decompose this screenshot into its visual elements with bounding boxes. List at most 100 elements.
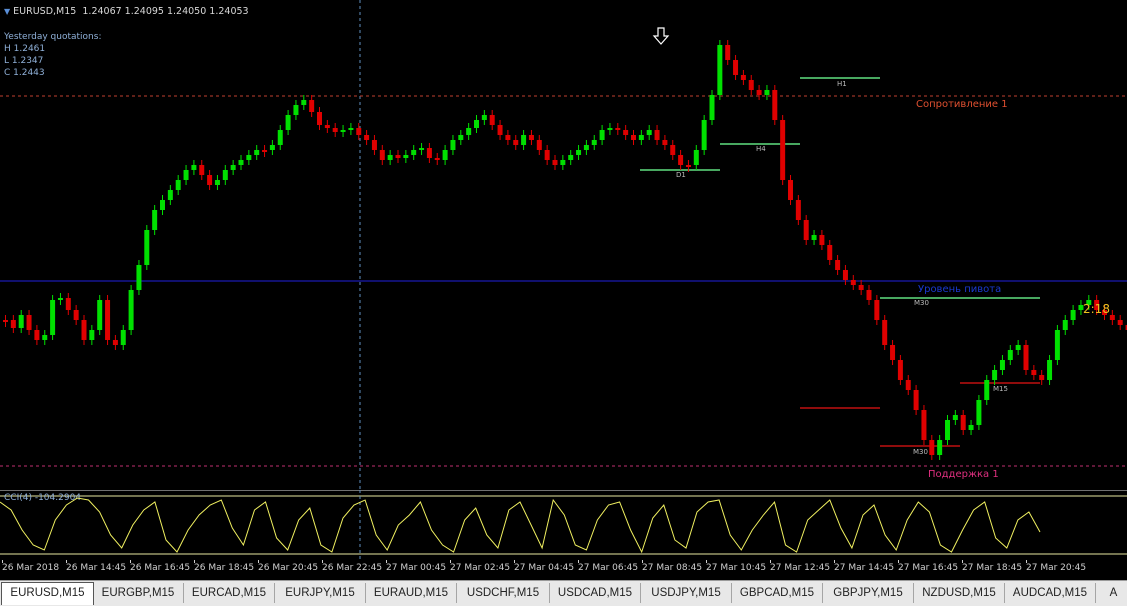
resistance-label: Сопротивление 1 [916, 99, 1008, 110]
tab-eurusd-m15[interactable]: EURUSD,M15 [1, 582, 94, 605]
candle-body [772, 90, 778, 120]
yesterday-high: H 1.2461 [4, 44, 46, 54]
candle-body [858, 285, 864, 290]
time-label: 27 Mar 12:45 [770, 563, 831, 573]
time-label: 27 Mar 14:45 [834, 563, 895, 573]
time-label: 26 Mar 16:45 [130, 563, 191, 573]
cci-indicator-panel[interactable]: CCI(4) -104.2904 [0, 490, 1127, 560]
symbol-tab-bar: EURUSD,M15 EURGBP,M15 EURCAD,M15 EURJPY,M15… [0, 580, 1127, 606]
candle-body [317, 112, 322, 125]
candle-body [1015, 345, 1021, 350]
candle-body [984, 380, 990, 400]
candle-body [34, 330, 40, 340]
yesterday-low: L 1.2347 [4, 56, 44, 66]
candle-body [97, 300, 103, 330]
candle-body [583, 145, 589, 150]
candle-body [89, 330, 95, 340]
time-label: 27 Mar 08:45 [642, 563, 703, 573]
tab-euraud-m15[interactable]: EURAUD,M15 [366, 583, 457, 603]
time-label: 26 Mar 2018 [2, 563, 60, 573]
candle-body [497, 125, 503, 135]
support-label: Поддержка 1 [928, 469, 999, 480]
candle-body [1062, 320, 1068, 330]
candle-body [536, 140, 542, 150]
time-label: 26 Mar 18:45 [194, 563, 255, 573]
candle-body [403, 155, 409, 158]
time-axis: 26 Mar 2018 26 Mar 14:45 26 Mar 16:45 26 Ma… [0, 560, 1127, 580]
candle-body [105, 300, 111, 340]
candle-body [387, 155, 393, 160]
yesterday-title: Yesterday quotations: [4, 32, 102, 42]
candle-body [73, 310, 79, 320]
candle-body [191, 165, 197, 170]
candle-body [65, 298, 71, 310]
level-m30-top-label: M30 [914, 299, 929, 307]
candle-body [207, 175, 213, 185]
candle-body [1023, 345, 1029, 370]
candle-body [591, 140, 597, 145]
candle-body [1039, 375, 1045, 380]
candle-body [285, 115, 291, 130]
candle-body [309, 100, 315, 112]
candle-body [552, 160, 558, 165]
candle-body [866, 290, 872, 300]
time-label: 26 Mar 14:45 [66, 563, 127, 573]
candle-body [10, 320, 16, 328]
candle-body [364, 135, 370, 140]
pivot-label: Уровень пивота [918, 284, 1001, 295]
candle-body [1047, 360, 1053, 380]
level-m30-bottom-label: M30 [913, 448, 928, 456]
candle-body [905, 380, 911, 390]
dropdown-triangle-icon[interactable]: ▼ [4, 7, 10, 16]
candle-body [293, 105, 299, 115]
tab-usdchf-m15[interactable]: USDCHF,M15 [457, 583, 550, 603]
candle-body [615, 128, 621, 130]
candle-body [175, 180, 181, 190]
tab-gbpcad-m15[interactable]: GBPCAD,M15 [732, 583, 823, 603]
candle-body [654, 130, 660, 140]
candle-body [1109, 315, 1115, 320]
tab-eurjpy-m15[interactable]: EURJPY,M15 [275, 583, 366, 603]
candle-body [717, 45, 723, 95]
candle-body [568, 155, 574, 160]
tab-gbpjpy-m15[interactable]: GBPJPY,M15 [823, 583, 914, 603]
candle-body [1117, 320, 1123, 325]
candle-body [803, 220, 809, 240]
candle-body [128, 290, 134, 330]
candle-body [976, 400, 982, 425]
level-h4-label: H4 [756, 145, 766, 153]
tab-usdcad-m15[interactable]: USDCAD,M15 [550, 583, 641, 603]
candle-body [466, 128, 472, 135]
time-label: 27 Mar 06:45 [578, 563, 639, 573]
tab-nzdusd-m15[interactable]: NZDUSD,M15 [914, 583, 1005, 603]
candle-body [371, 140, 377, 150]
tab-a[interactable]: A [1096, 583, 1127, 603]
candle-body [945, 420, 950, 440]
candle-body [136, 265, 142, 290]
level-m15-label: M15 [993, 385, 1008, 393]
tab-eurcad-m15[interactable]: EURCAD,M15 [184, 583, 275, 603]
candle-body [450, 140, 456, 150]
candle-body [18, 315, 24, 328]
time-label: 26 Mar 22:45 [322, 563, 383, 573]
candle-body [442, 150, 448, 160]
time-label: 27 Mar 20:45 [1026, 563, 1087, 573]
main-price-chart[interactable]: H1 H4 D1 M30 M15 M30 Сопротивление 1 Под… [0, 0, 1127, 490]
candle-body [246, 155, 252, 160]
candle-body [474, 120, 479, 128]
candle-body [631, 135, 636, 140]
candle-body [992, 370, 998, 380]
candle-body [112, 340, 118, 345]
candle-body [646, 130, 652, 135]
time-label: 27 Mar 18:45 [962, 563, 1023, 573]
candle-body [929, 440, 935, 455]
cci-line [0, 497, 1041, 554]
candle-body [3, 320, 8, 322]
candle-body [395, 155, 401, 158]
candle-body [819, 235, 825, 245]
tab-audcad-m15[interactable]: AUDCAD,M15 [1005, 583, 1096, 603]
tab-usdjpy-m15[interactable]: USDJPY,M15 [641, 583, 732, 603]
ohlc-values: 1.24067 1.24095 1.24050 1.24053 [82, 6, 249, 17]
candle-body [277, 130, 283, 145]
tab-eurgbp-m15[interactable]: EURGBP,M15 [93, 583, 184, 603]
